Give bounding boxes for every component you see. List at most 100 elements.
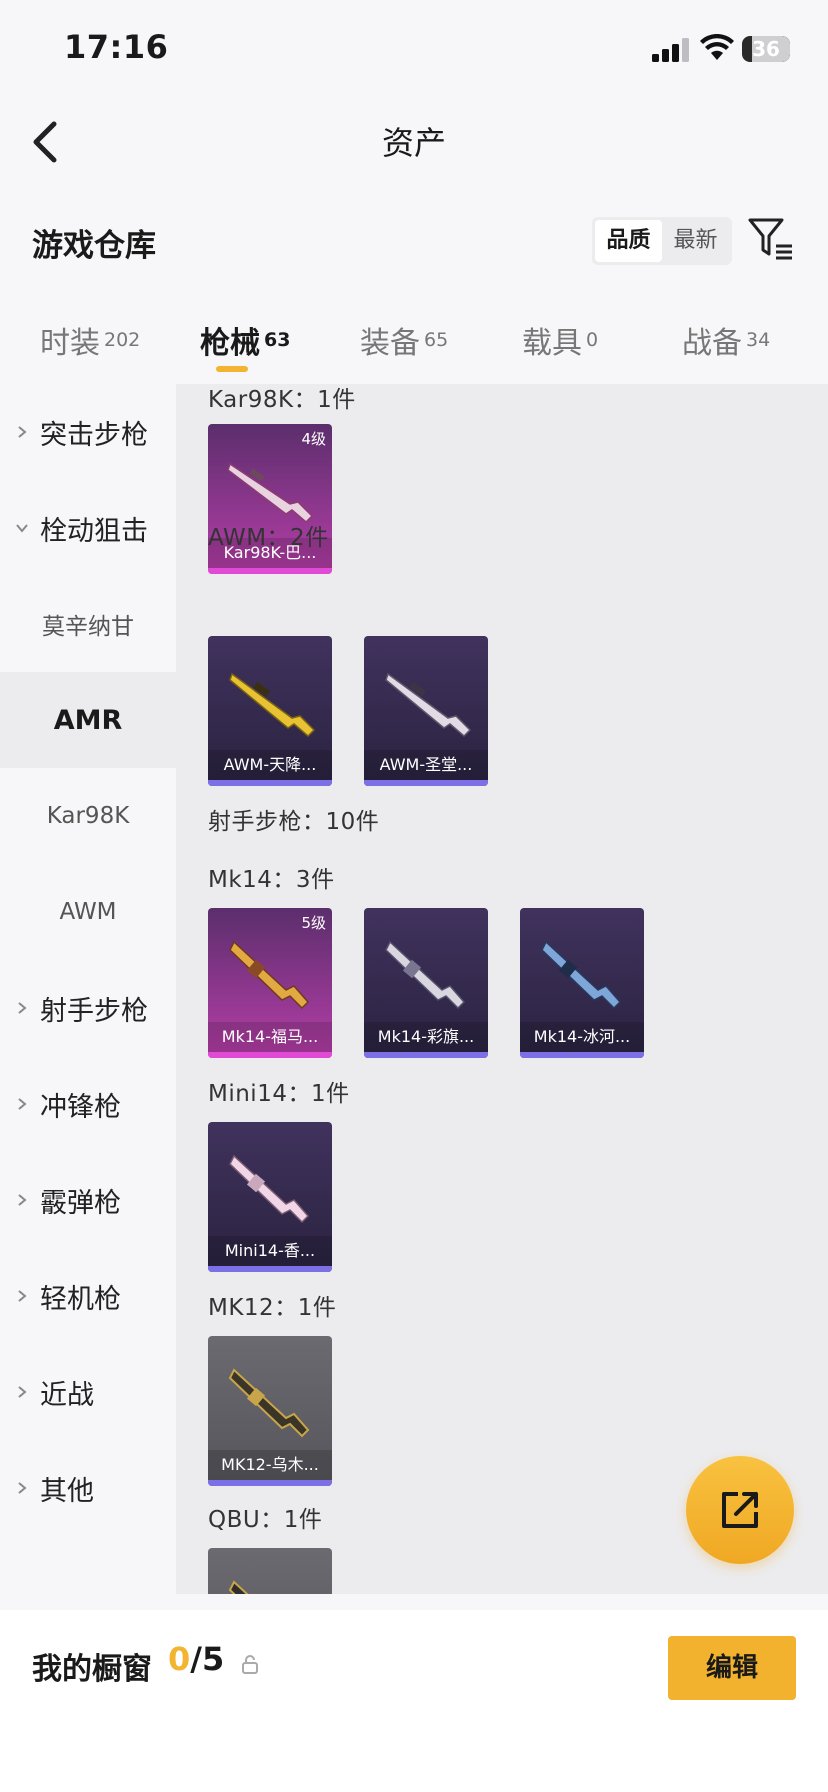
- rarity-bar: [520, 1052, 644, 1058]
- item-name: AWM-天降...: [208, 750, 332, 780]
- sort-quality-option[interactable]: 品质: [595, 220, 662, 262]
- rarity-bar: [208, 568, 332, 574]
- tab-label: 装备: [360, 326, 420, 361]
- weapon-category-sidebar: 突击步枪 栓动狙击 莫辛纳甘 AMR Kar98K AWM 射手步枪 冲锋枪 霰…: [0, 384, 176, 1594]
- lock-icon: [242, 1655, 258, 1674]
- sidebar-item-label: 射手步枪: [40, 995, 148, 1027]
- rarity-bar: [208, 1052, 332, 1058]
- warehouse-title: 游戏仓库: [32, 228, 156, 264]
- tab-count: 0: [586, 329, 599, 351]
- sidebar-item-label: 霰弹枪: [40, 1187, 121, 1219]
- rifle-icon: [385, 672, 472, 738]
- weapon-card[interactable]: Mini14-香...: [208, 1122, 332, 1272]
- tab-fashion[interactable]: 时装 202: [40, 318, 140, 362]
- rarity-bar: [364, 1052, 488, 1058]
- sidebar-item-label: 栓动狙击: [40, 515, 148, 547]
- edit-button[interactable]: 编辑: [668, 1636, 796, 1700]
- chevron-right-icon: [18, 1386, 27, 1398]
- tab-count: 65: [424, 329, 449, 351]
- tab-label: 枪械: [200, 326, 260, 361]
- rifle-icon: [229, 672, 316, 738]
- sidebar-item-kar98k[interactable]: Kar98K: [0, 768, 176, 864]
- sidebar-item-lmg[interactable]: 轻机枪: [0, 1248, 176, 1344]
- weapon-list[interactable]: Kar98K：1件 4级 Kar98K-巴... AWM：2件 AWM-天降..…: [176, 384, 828, 1594]
- sidebar-item-assault-rifle[interactable]: 突击步枪: [0, 384, 176, 480]
- showcase-count: 0/5: [168, 1640, 224, 1678]
- chevron-right-icon: [18, 1002, 27, 1014]
- rifle-icon: [229, 940, 310, 1010]
- rarity-bar: [208, 1480, 332, 1486]
- weapon-card[interactable]: AWM-圣堂...: [364, 636, 488, 786]
- tab-count: 63: [264, 329, 291, 351]
- sidebar-item-label: 莫辛纳甘: [42, 614, 134, 640]
- group-title-qbu: QBU：1件: [208, 1507, 323, 1533]
- weapon-card[interactable]: [208, 1548, 332, 1594]
- tab-firearms[interactable]: 枪械 63: [200, 318, 290, 362]
- share-button[interactable]: [686, 1456, 794, 1564]
- tab-supplies[interactable]: 战备 34: [682, 318, 770, 362]
- weapon-card[interactable]: 5级 Mk14-福马...: [208, 908, 332, 1058]
- battery-icon: 36: [742, 36, 790, 62]
- item-name: AWM-圣堂...: [364, 750, 488, 780]
- rarity-bar: [364, 780, 488, 786]
- sidebar-item-label: 其他: [40, 1475, 94, 1507]
- showcase-total: /5: [190, 1640, 225, 1678]
- filter-icon[interactable]: [748, 216, 794, 262]
- sidebar-item-shotgun[interactable]: 霰弹枪: [0, 1152, 176, 1248]
- item-name: MK12-乌木...: [208, 1450, 332, 1480]
- sidebar-item-label: Kar98K: [46, 803, 130, 829]
- sort-newest-option[interactable]: 最新: [662, 220, 729, 262]
- weapon-card[interactable]: Mk14-彩旗...: [364, 908, 488, 1058]
- showcase-current: 0: [168, 1640, 191, 1678]
- sidebar-item-awm[interactable]: AWM: [0, 864, 176, 960]
- sidebar-item-label: 冲锋枪: [40, 1091, 121, 1123]
- tab-vehicles[interactable]: 载具 0: [522, 318, 598, 362]
- group-title-kar98k: Kar98K：1件: [208, 387, 356, 413]
- group-title-awm: AWM：2件: [208, 525, 329, 551]
- showcase-bar: 我的橱窗 0/5 编辑: [0, 1610, 828, 1792]
- wifi-icon: [700, 34, 734, 60]
- rarity-bar: [208, 1266, 332, 1272]
- group-title-mk12: MK12：1件: [208, 1295, 337, 1321]
- weapon-card[interactable]: MK12-乌木...: [208, 1336, 332, 1486]
- page-title: 资产: [381, 124, 446, 162]
- sidebar-item-label: 近战: [40, 1379, 94, 1411]
- chevron-right-icon: [18, 426, 27, 438]
- sidebar-item-label: 轻机枪: [40, 1283, 121, 1315]
- tab-count: 34: [746, 329, 771, 351]
- tab-label: 时装: [40, 326, 100, 361]
- rifle-icon: [229, 1154, 310, 1224]
- chevron-right-icon: [18, 1098, 27, 1110]
- item-name: Mk14-福马...: [208, 1022, 332, 1052]
- item-name: Mk14-彩旗...: [364, 1022, 488, 1052]
- category-tabs: 时装 202 枪械 63 装备 65 载具 0 战备 34: [0, 300, 828, 384]
- sidebar-item-marksman-rifle[interactable]: 射手步枪: [0, 960, 176, 1056]
- cellular-signal-icon: [652, 38, 689, 62]
- chevron-down-icon: [16, 524, 28, 533]
- share-external-icon: [722, 1492, 758, 1528]
- tab-count: 202: [104, 329, 141, 351]
- sidebar-item-label: AMR: [53, 704, 123, 736]
- weapon-card[interactable]: Mk14-冰河...: [520, 908, 644, 1058]
- item-name: Mk14-冰河...: [520, 1022, 644, 1052]
- active-tab-indicator: [216, 366, 248, 372]
- status-time: 17:16: [64, 28, 169, 66]
- sidebar-item-other[interactable]: 其他: [0, 1440, 176, 1536]
- sidebar-item-smg[interactable]: 冲锋枪: [0, 1056, 176, 1152]
- group-title-mini14: Mini14：1件: [208, 1081, 350, 1107]
- sidebar-item-melee[interactable]: 近战: [0, 1344, 176, 1440]
- battery-level: 36: [752, 37, 780, 61]
- rarity-bar: [208, 780, 332, 786]
- sidebar-item-mosin[interactable]: 莫辛纳甘: [0, 576, 176, 672]
- tab-equipment[interactable]: 装备 65: [360, 318, 448, 362]
- chevron-right-icon: [18, 1194, 27, 1206]
- sidebar-item-amr[interactable]: AMR: [0, 672, 176, 768]
- rifle-icon: [228, 1368, 310, 1438]
- showcase-label: 我的橱窗: [32, 1652, 152, 1687]
- sidebar-item-bolt-sniper[interactable]: 栓动狙击: [0, 480, 176, 576]
- item-name: Mini14-香...: [208, 1236, 332, 1266]
- group-title-mk14: Mk14：3件: [208, 867, 335, 893]
- tab-label: 载具: [522, 326, 582, 361]
- rifle-icon: [385, 940, 466, 1010]
- weapon-card[interactable]: AWM-天降...: [208, 636, 332, 786]
